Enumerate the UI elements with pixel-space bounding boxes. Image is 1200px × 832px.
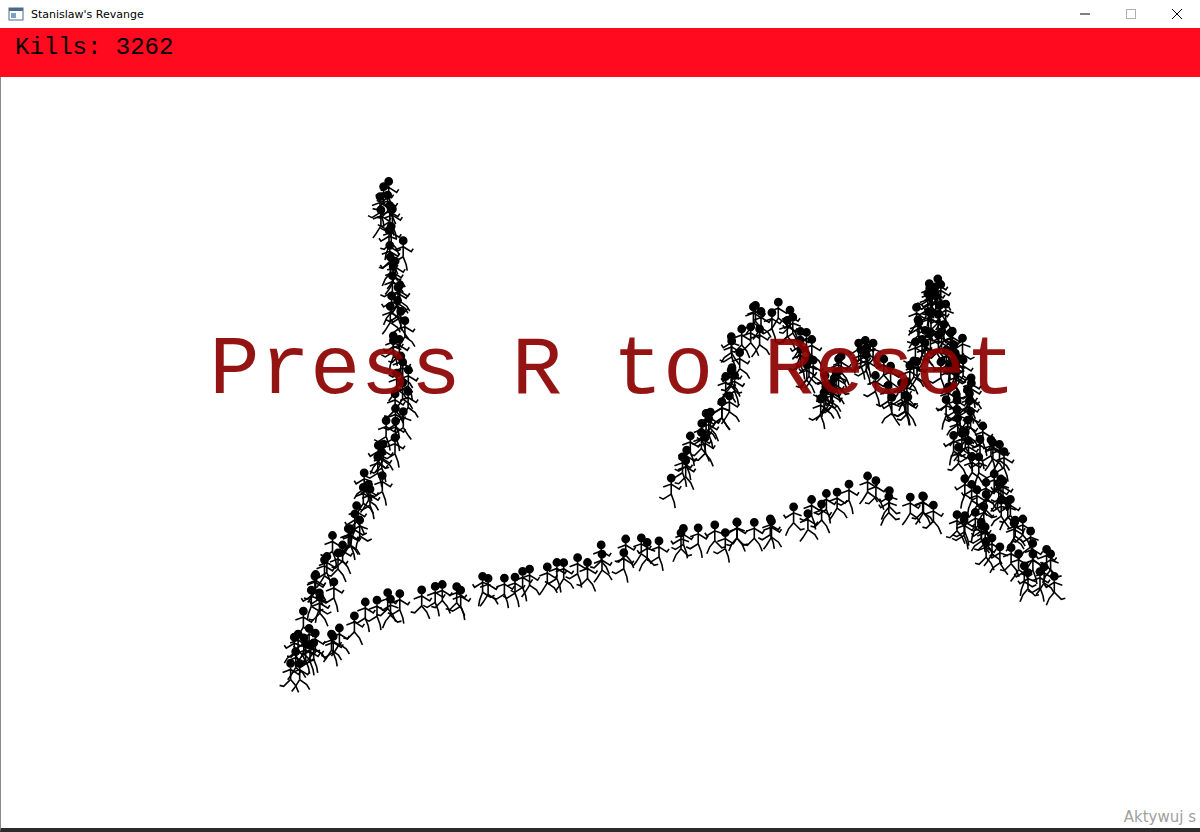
stick-figure: [879, 493, 900, 526]
stick-figure: [346, 502, 367, 535]
maximize-icon: [1126, 9, 1136, 19]
stick-figure: [975, 538, 996, 571]
stick-figure: [556, 559, 574, 591]
stick-figure: [446, 583, 467, 616]
stick-figure: [380, 223, 401, 256]
stick-figure: [992, 441, 1010, 473]
window-controls: [1062, 0, 1200, 28]
maximize-button[interactable]: [1108, 0, 1154, 28]
title-bar: Stanislaw's Revange: [0, 0, 1200, 28]
stick-figure: [647, 537, 669, 571]
stick-figure: [637, 539, 658, 572]
stick-figure: [978, 479, 996, 511]
stick-figure: [1021, 551, 1043, 585]
stick-figure: [1036, 563, 1054, 595]
stick-figure: [388, 590, 410, 624]
stick-figure: [916, 493, 934, 525]
stick-figure: [332, 541, 353, 574]
stick-figure: [387, 258, 405, 290]
stick-figure: [522, 566, 540, 598]
stick-figure: [331, 624, 349, 656]
stick-figure: [615, 535, 636, 568]
stick-figure: [343, 612, 364, 645]
stick-figure: [1018, 569, 1039, 602]
stick-figure: [353, 598, 375, 632]
stick-figure: [902, 493, 920, 525]
stick-figure: [308, 571, 326, 603]
stick-figure: [309, 589, 331, 623]
stick-figure: [1011, 550, 1029, 582]
stick-figure: [612, 549, 634, 583]
stick-figure: [764, 518, 782, 550]
stick-figure: [411, 586, 432, 619]
stick-figure: [449, 587, 471, 621]
stick-figure: [659, 475, 681, 509]
stick-figure: [837, 481, 859, 515]
stick-figure: [697, 415, 719, 449]
crowd-drawing: [1, 77, 1200, 828]
stick-figure: [377, 589, 398, 622]
stick-figure: [686, 524, 708, 558]
stick-figure: [865, 477, 886, 510]
app-icon: [8, 6, 24, 22]
stick-figure: [480, 575, 498, 607]
stick-figure: [705, 521, 726, 554]
stick-figure: [713, 529, 735, 563]
game-window: Stanislaw's Revange Kills: 3262 Press R to…: [0, 0, 1200, 832]
stick-figure: [671, 525, 693, 559]
stick-figure: [758, 515, 780, 549]
stick-figure: [675, 457, 696, 490]
stick-figure: [298, 642, 320, 676]
kills-counter: Kills: 3262: [15, 34, 173, 61]
game-canvas[interactable]: Press R to Reset Aktywuj s: [0, 77, 1200, 832]
reset-message: Press R to Reset: [1, 323, 1200, 418]
stick-figure: [811, 500, 832, 533]
minimize-icon: [1080, 9, 1090, 19]
stick-figure: [922, 501, 943, 534]
close-icon: [1172, 9, 1182, 19]
stick-figure: [1044, 573, 1065, 606]
stick-figure: [726, 519, 747, 552]
stick-figure: [1021, 528, 1039, 560]
stick-figure: [671, 529, 692, 562]
stick-figure: [288, 648, 306, 680]
hud-bar: Kills: 3262: [0, 28, 1200, 77]
stick-figure: [948, 444, 969, 477]
minimize-button[interactable]: [1062, 0, 1108, 28]
stick-figure: [304, 573, 325, 606]
stick-figure: [590, 541, 611, 574]
window-title: Stanislaw's Revange: [31, 8, 1055, 21]
stick-figure: [302, 639, 324, 673]
stick-figure: [370, 449, 392, 483]
activation-watermark: Aktywuj s: [1124, 808, 1196, 826]
stick-figure: [1007, 517, 1025, 549]
stick-figure: [675, 447, 697, 481]
stick-figure: [912, 492, 933, 525]
stick-figure: [368, 193, 390, 227]
stick-figure: [743, 519, 764, 552]
stick-figure: [727, 518, 748, 551]
close-button[interactable]: [1154, 0, 1200, 28]
stick-figure: [814, 490, 836, 524]
stick-figure: [954, 429, 975, 462]
